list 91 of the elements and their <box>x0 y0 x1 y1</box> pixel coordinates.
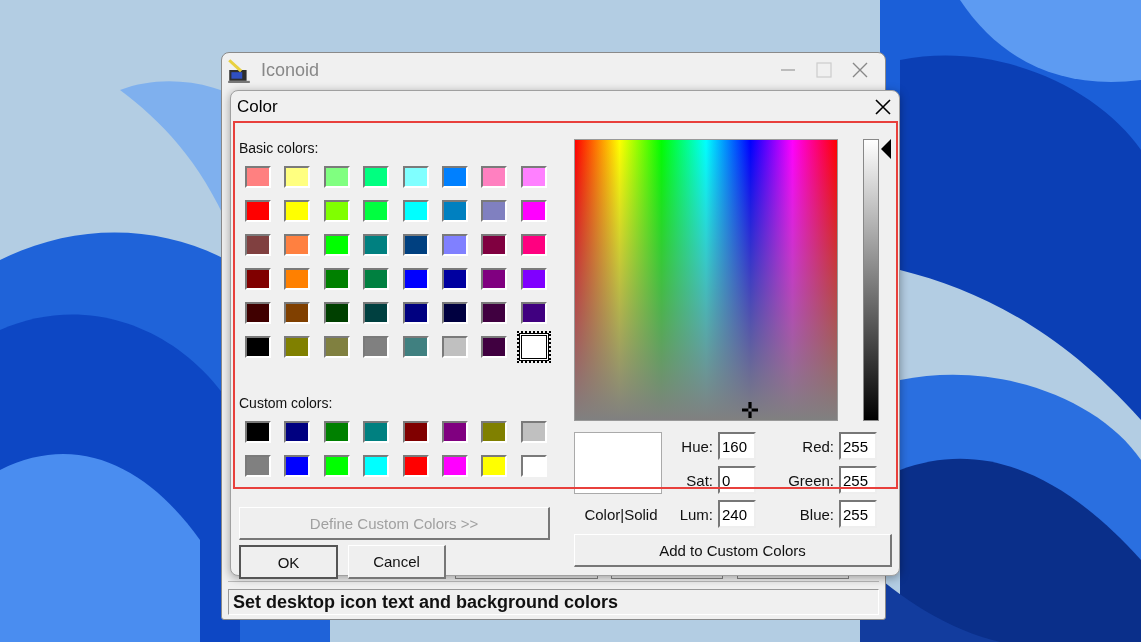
color-swatch[interactable] <box>323 234 350 256</box>
field-label: Blue: <box>798 505 835 523</box>
color-swatch[interactable] <box>481 302 508 324</box>
input-field[interactable]: 255 <box>839 500 877 528</box>
color-swatch[interactable] <box>441 200 468 222</box>
ok-button[interactable]: OK <box>239 545 338 579</box>
color-swatch[interactable] <box>481 421 508 443</box>
color-swatch[interactable] <box>284 421 311 443</box>
color-swatch[interactable] <box>402 336 429 358</box>
pencil-computer-icon <box>227 57 251 83</box>
cancel-button[interactable]: Cancel <box>348 545 446 579</box>
color-swatch[interactable] <box>402 166 429 188</box>
slider-arrow-icon[interactable] <box>881 139 891 159</box>
color-swatch[interactable] <box>518 333 549 361</box>
color-swatch[interactable] <box>245 455 271 477</box>
window-title: Iconoid <box>261 59 320 81</box>
color-swatch[interactable] <box>402 302 429 324</box>
color-swatch[interactable] <box>520 234 547 256</box>
color-swatch[interactable] <box>323 455 350 477</box>
color-swatch[interactable] <box>363 336 390 358</box>
field-label: Sat: <box>685 471 714 489</box>
color-swatch[interactable] <box>363 234 390 256</box>
color-swatch[interactable] <box>245 166 271 188</box>
color-swatch[interactable] <box>323 302 350 324</box>
color-swatch[interactable] <box>245 336 271 358</box>
color-swatch[interactable] <box>481 166 508 188</box>
close-icon[interactable] <box>875 99 891 115</box>
input-field[interactable]: 240 <box>718 500 756 528</box>
color-swatch[interactable] <box>245 421 271 443</box>
color-swatch[interactable] <box>363 455 390 477</box>
color-swatch[interactable] <box>323 336 350 358</box>
input-field[interactable]: 255 <box>839 466 877 494</box>
field-label: Lum: <box>678 505 714 523</box>
luminance-bar[interactable] <box>863 139 879 421</box>
status-bar: Set desktop icon text and background colors <box>228 589 879 615</box>
color-swatch[interactable] <box>245 200 271 222</box>
section-label: Basic colors: <box>239 140 320 156</box>
color-swatch[interactable] <box>402 268 429 290</box>
color-swatch[interactable] <box>245 268 271 290</box>
color-swatch[interactable] <box>284 455 311 477</box>
color-swatch[interactable] <box>520 268 547 290</box>
color-swatch[interactable] <box>402 455 429 477</box>
color-swatch[interactable] <box>481 336 508 358</box>
add-to-custom-colors-button[interactable]: Add to Custom Colors <box>574 534 892 567</box>
color-swatch[interactable] <box>520 302 547 324</box>
color-swatch[interactable] <box>481 200 508 222</box>
section-label: Custom colors: <box>239 395 334 411</box>
color-swatch[interactable] <box>363 166 390 188</box>
input-field[interactable]: 0 <box>718 466 756 494</box>
color-swatch[interactable] <box>363 421 390 443</box>
color-swatch[interactable] <box>245 302 271 324</box>
color-swatch[interactable] <box>481 234 508 256</box>
color-swatch[interactable] <box>323 166 350 188</box>
color-swatch[interactable] <box>402 234 429 256</box>
color-swatch[interactable] <box>402 421 429 443</box>
color-swatch[interactable] <box>284 234 311 256</box>
color-swatch[interactable] <box>284 336 311 358</box>
color-spectrum[interactable] <box>574 139 838 421</box>
field-label: Green: <box>787 471 835 489</box>
color-swatch[interactable] <box>441 268 468 290</box>
color-swatch[interactable] <box>284 200 311 222</box>
preview-label: Color|Solid <box>583 505 659 523</box>
color-swatch[interactable] <box>323 268 350 290</box>
color-swatch[interactable] <box>481 268 508 290</box>
color-swatch[interactable] <box>441 336 468 358</box>
color-swatch[interactable] <box>363 268 390 290</box>
color-swatch[interactable] <box>284 166 311 188</box>
color-swatch[interactable] <box>402 200 429 222</box>
color-swatch[interactable] <box>323 200 350 222</box>
crosshair-icon[interactable] <box>742 402 758 418</box>
color-swatch[interactable] <box>363 200 390 222</box>
color-swatch[interactable] <box>441 455 468 477</box>
color-swatch[interactable] <box>441 166 468 188</box>
color-swatch[interactable] <box>441 234 468 256</box>
color-swatch[interactable] <box>284 302 311 324</box>
color-swatch[interactable] <box>481 455 508 477</box>
color-swatch[interactable] <box>520 166 547 188</box>
color-swatch[interactable] <box>520 200 547 222</box>
color-swatch[interactable] <box>284 268 311 290</box>
color-swatch[interactable] <box>441 302 468 324</box>
color-swatch[interactable] <box>520 421 547 443</box>
field-label: Hue: <box>680 437 714 455</box>
dialog-title: Color <box>237 97 278 117</box>
color-swatch[interactable] <box>520 455 547 477</box>
field-label: Red: <box>801 437 835 455</box>
color-swatch[interactable] <box>323 421 350 443</box>
color-swatch[interactable] <box>363 302 390 324</box>
color-swatch[interactable] <box>245 234 271 256</box>
color-swatch[interactable] <box>441 421 468 443</box>
input-field[interactable]: 160 <box>718 432 756 460</box>
input-field[interactable]: 255 <box>839 432 877 460</box>
